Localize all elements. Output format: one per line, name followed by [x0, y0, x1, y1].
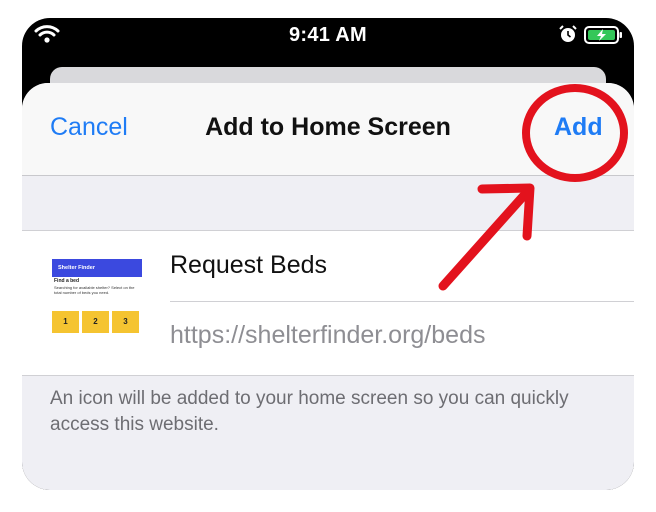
annotation-arrow: [438, 183, 535, 291]
